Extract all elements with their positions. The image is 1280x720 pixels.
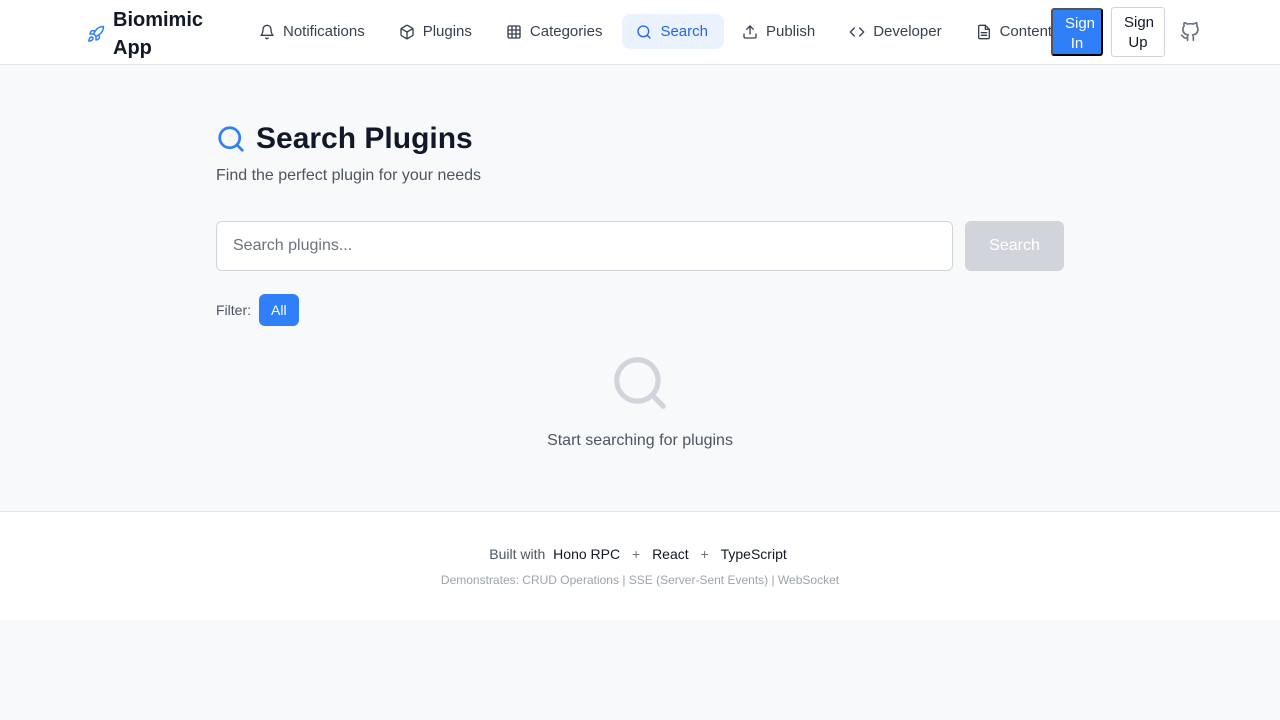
search-icon — [637, 24, 652, 39]
upload-icon — [743, 24, 757, 39]
top-nav-bar: Biomimic App Notifications Plugins Categ… — [0, 0, 1280, 65]
main-nav: Notifications Plugins Categories Search … — [245, 14, 1068, 49]
empty-state-text: Start searching for plugins — [547, 432, 733, 449]
filter-chip-all[interactable]: All — [259, 294, 299, 326]
nav-item-label: Plugins — [422, 23, 472, 40]
sign-in-button[interactable]: Sign In — [1051, 8, 1103, 56]
nav-item-label: Publish — [765, 23, 816, 40]
nav-item-label: Categories — [529, 23, 603, 40]
nav-item-label: Search — [660, 23, 708, 40]
nav-item-categories[interactable]: Categories — [492, 14, 619, 49]
nav-item-label: Content — [999, 23, 1053, 40]
search-icon — [218, 126, 244, 152]
filter-label: Filter: — [216, 302, 251, 318]
rocket-icon — [87, 25, 105, 43]
code-icon — [849, 26, 865, 37]
plus-separator: + — [700, 546, 709, 562]
filter-bar: Filter: All — [216, 294, 299, 326]
nav-item-label: Notifications — [283, 23, 365, 40]
brand[interactable]: Biomimic App — [87, 6, 213, 62]
page-title: Search Plugins — [256, 122, 473, 155]
empty-state: Start searching for plugins — [216, 352, 1064, 450]
footer: Built with Hono RPC + React + TypeScript… — [0, 511, 1280, 620]
brand-name: Biomimic App — [113, 9, 204, 59]
sign-up-button[interactable]: Sign Up — [1111, 7, 1165, 57]
built-with-label: Built with — [489, 546, 546, 562]
built-with-row: Built with Hono RPC + React + TypeScript — [0, 546, 1280, 562]
package-icon — [400, 24, 414, 39]
search-icon — [614, 357, 666, 409]
nav-item-label: Developer — [873, 23, 942, 40]
github-icon[interactable] — [1180, 21, 1200, 42]
grid-icon — [507, 24, 521, 39]
nav-item-notifications[interactable]: Notifications — [245, 14, 381, 49]
nav-item-plugins[interactable]: Plugins — [385, 14, 488, 49]
search-input[interactable] — [216, 221, 953, 271]
tech-react: React — [652, 546, 689, 562]
tech-typescript: TypeScript — [720, 546, 787, 562]
page-subtitle: Find the perfect plugin for your needs — [216, 167, 482, 184]
nav-item-search[interactable]: Search — [622, 14, 724, 49]
tech-hono-rpc: Hono RPC — [553, 546, 621, 562]
page-heading: Search Plugins — [216, 120, 473, 158]
file-text-icon — [977, 24, 990, 39]
search-button[interactable]: Search — [965, 221, 1064, 271]
nav-item-publish[interactable]: Publish — [728, 14, 831, 49]
demonstrates-text: Demonstrates: CRUD Operations | SSE (Ser… — [440, 573, 840, 587]
plus-separator: + — [631, 546, 641, 562]
bell-icon — [260, 24, 274, 39]
nav-item-developer[interactable]: Developer — [835, 14, 957, 49]
